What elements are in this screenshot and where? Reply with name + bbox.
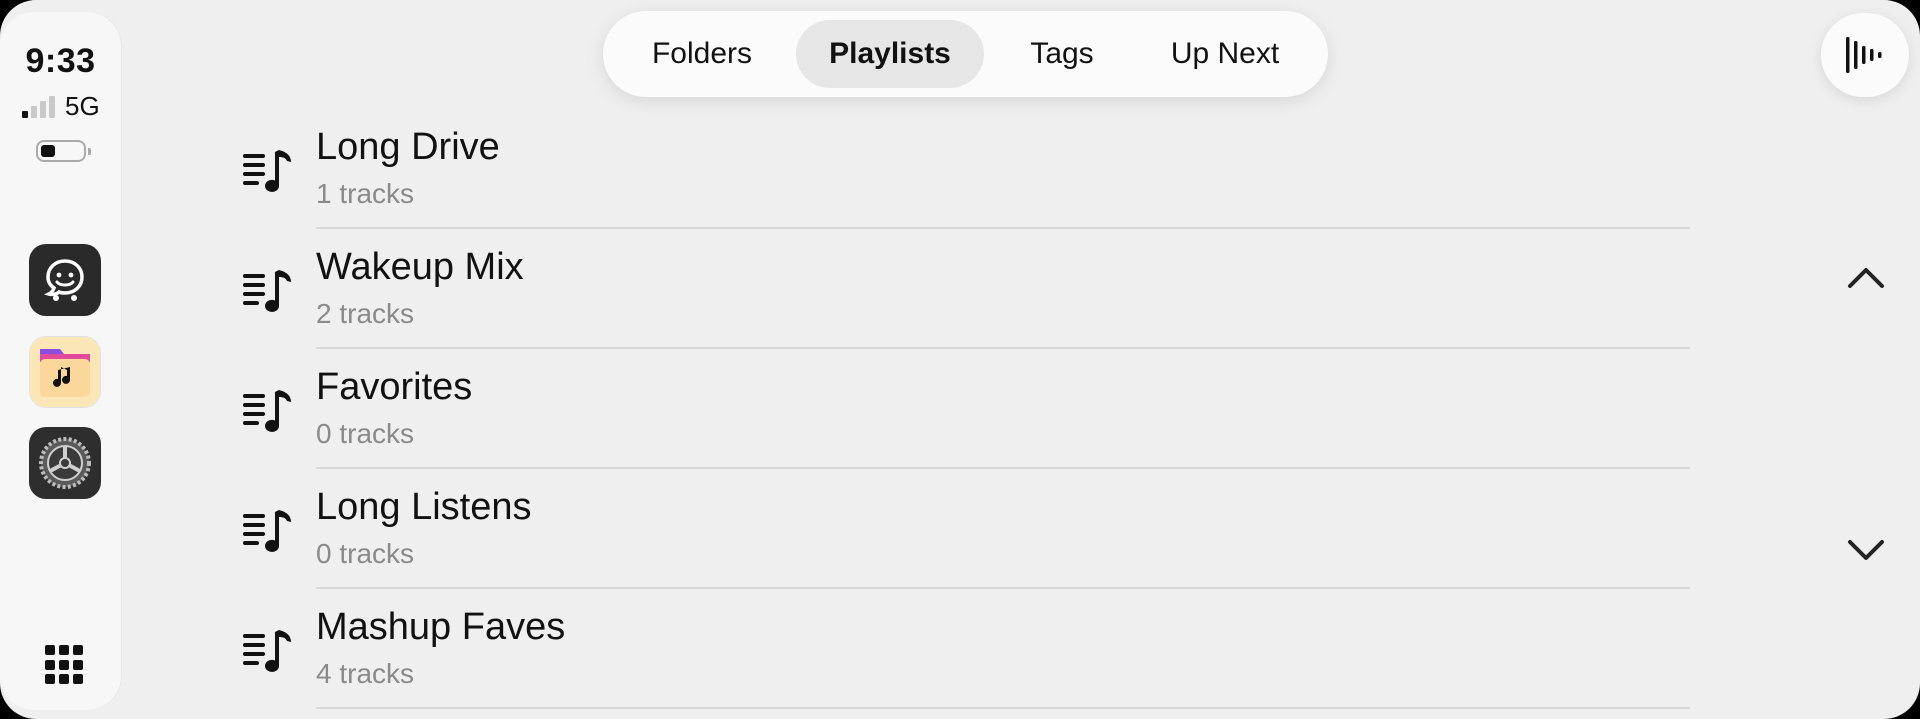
list-item[interactable]: Wakeup Mix 2 tracks — [0, 240, 1920, 360]
playlist-title: Long Drive — [316, 126, 500, 168]
tab-folders[interactable]: Folders — [625, 20, 779, 88]
network-type: 5G — [65, 91, 100, 121]
divider — [316, 347, 1690, 349]
carplay-screen: 9:33 5G Folders Playlists Tags Up Next L… — [0, 0, 1920, 719]
playlist-icon — [243, 150, 291, 192]
playlist-track-count: 2 tracks — [316, 298, 415, 329]
list-item[interactable]: Favorites 0 tracks — [0, 360, 1920, 480]
chevron-up-icon[interactable] — [1846, 262, 1886, 292]
signal-status: 5G — [22, 91, 100, 121]
tab-bar: Folders Playlists Tags Up Next — [603, 11, 1328, 97]
tab-tags[interactable]: Tags — [1001, 20, 1123, 88]
list-item[interactable]: Mashup Faves 4 tracks — [0, 600, 1920, 719]
divider — [316, 467, 1690, 469]
playlist-track-count: 4 tracks — [316, 658, 415, 689]
playlist-title: Wakeup Mix — [316, 246, 524, 288]
playlist-title: Mashup Faves — [316, 606, 566, 648]
divider — [316, 707, 1690, 709]
now-playing-waveform-icon — [1846, 37, 1882, 73]
playlist-track-count: 0 tracks — [316, 418, 415, 449]
divider — [316, 587, 1690, 589]
tab-playlists[interactable]: Playlists — [796, 20, 984, 88]
playlist-track-count: 0 tracks — [316, 538, 415, 569]
playlist-title: Long Listens — [316, 486, 532, 528]
playlist-icon — [243, 390, 291, 432]
now-playing-button[interactable] — [1821, 13, 1909, 97]
chevron-down-icon[interactable] — [1846, 536, 1886, 566]
list-item[interactable]: Long Listens 0 tracks — [0, 480, 1920, 600]
tab-up-next[interactable]: Up Next — [1140, 20, 1310, 88]
playlist-icon — [243, 630, 291, 672]
playlist-title: Favorites — [316, 366, 473, 408]
divider — [316, 227, 1690, 229]
playlist-track-count: 1 tracks — [316, 178, 415, 209]
signal-bars-icon — [22, 94, 55, 118]
playlist-icon — [243, 510, 291, 552]
status-time: 9:33 — [25, 42, 96, 80]
playlist-icon — [243, 270, 291, 312]
list-item[interactable]: Long Drive 1 tracks — [0, 120, 1920, 240]
